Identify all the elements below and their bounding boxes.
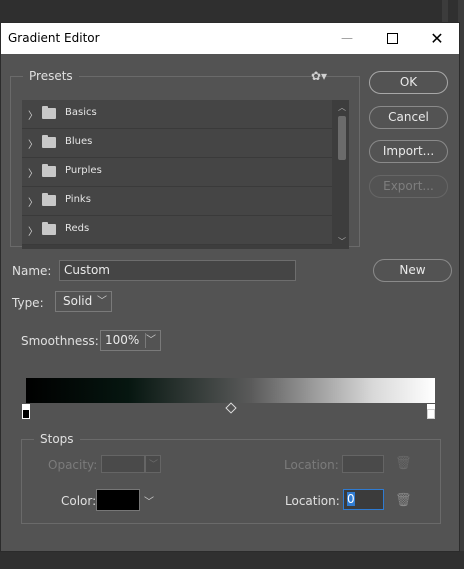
gear-icon[interactable]: ✿▾ [311, 69, 327, 83]
chevron-down-icon: ﹀ [149, 460, 159, 470]
import-button[interactable]: Import... [369, 140, 448, 163]
smoothness-value: 100% [105, 333, 140, 347]
gradient-preview-bar[interactable] [26, 378, 435, 403]
smoothness-dropdown[interactable]: 100% ﹀ [100, 330, 161, 351]
scroll-up-icon[interactable]: ︿ [338, 102, 346, 113]
opacity-location-label: Location: [284, 458, 339, 472]
type-label: Type: [12, 296, 44, 310]
preset-folder-label: Reds [65, 223, 90, 234]
chevron-down-icon[interactable]: ﹀ [144, 493, 154, 508]
opacity-location-input [342, 455, 384, 473]
preset-folder-pinks[interactable]: 〉 Pinks [22, 187, 332, 216]
chevron-down-icon[interactable]: ﹀ [97, 292, 107, 311]
presets-scrollbar[interactable]: ︿ ﹀ [335, 100, 349, 249]
folder-icon [42, 193, 56, 206]
chevron-right-icon[interactable]: 〉 [28, 107, 38, 122]
presets-group: Presets ✿▾ 〉 Basics 〉 Blues 〉 Purples 〉 … [10, 69, 360, 249]
folder-icon [42, 135, 56, 148]
chevron-right-icon[interactable]: 〉 [28, 165, 38, 180]
folder-icon [42, 106, 56, 119]
title-bar[interactable]: Gradient Editor — ✕ [1, 23, 459, 54]
name-label: Name: [12, 264, 52, 278]
trash-icon: 🗑 [395, 456, 412, 471]
stops-group: Stops [21, 432, 441, 524]
color-label: Color: [61, 494, 97, 508]
color-location-label: Location: [285, 494, 340, 508]
preset-folder-label: Pinks [65, 194, 91, 205]
cancel-button[interactable]: Cancel [369, 106, 448, 129]
gradient-editor-dialog: Gradient Editor — ✕ Presets ✿▾ 〉 Basics … [0, 22, 460, 552]
color-swatch[interactable] [96, 489, 140, 511]
opacity-input [101, 455, 145, 473]
minimize-icon[interactable]: — [327, 23, 367, 54]
preset-folder-label: Blues [65, 136, 93, 147]
new-button[interactable]: New [373, 259, 452, 282]
opacity-label: Opacity: [48, 458, 98, 472]
type-dropdown[interactable]: Solid ﹀ [55, 291, 112, 312]
background-bottom-strip [0, 551, 464, 569]
preset-folder-blues[interactable]: 〉 Blues [22, 129, 332, 158]
chevron-right-icon[interactable]: 〉 [28, 136, 38, 151]
type-value: Solid [63, 294, 93, 308]
dialog-title: Gradient Editor [8, 31, 100, 45]
name-input[interactable]: Custom [59, 260, 296, 281]
presets-label: Presets [29, 69, 73, 83]
ok-button[interactable]: OK [369, 71, 448, 94]
presets-list[interactable]: 〉 Basics 〉 Blues 〉 Purples 〉 Pinks 〉 Red… [22, 100, 349, 249]
trash-icon[interactable]: 🗑 [395, 493, 412, 508]
preset-folder-basics[interactable]: 〉 Basics [22, 100, 332, 129]
chevron-right-icon[interactable]: 〉 [28, 194, 38, 209]
chevron-down-icon[interactable]: ﹀ [146, 331, 156, 350]
opacity-dropdown: ﹀ [145, 455, 161, 473]
preset-folder-purples[interactable]: 〉 Purples [22, 158, 332, 187]
stops-label: Stops [40, 432, 74, 446]
export-button[interactable]: Export... [369, 175, 448, 198]
selected-text: 0 [347, 492, 355, 506]
chevron-right-icon[interactable]: 〉 [28, 223, 38, 238]
preset-folder-reds[interactable]: 〉 Reds [22, 216, 332, 245]
folder-icon [42, 164, 56, 177]
smoothness-label: Smoothness: [21, 334, 99, 348]
scroll-down-icon[interactable]: ﹀ [338, 236, 346, 247]
preset-folder-label: Basics [65, 107, 97, 118]
maximize-icon[interactable] [372, 23, 412, 54]
folder-icon [42, 222, 56, 235]
color-location-input[interactable]: 0 [343, 489, 384, 510]
scrollbar-thumb[interactable] [338, 116, 346, 160]
background-app-strip [0, 0, 464, 24]
midpoint-diamond[interactable] [225, 402, 237, 414]
color-stop-right[interactable] [427, 409, 435, 419]
preset-folder-label: Purples [65, 165, 102, 176]
close-icon[interactable]: ✕ [417, 23, 457, 54]
color-stop-left[interactable] [22, 409, 30, 419]
